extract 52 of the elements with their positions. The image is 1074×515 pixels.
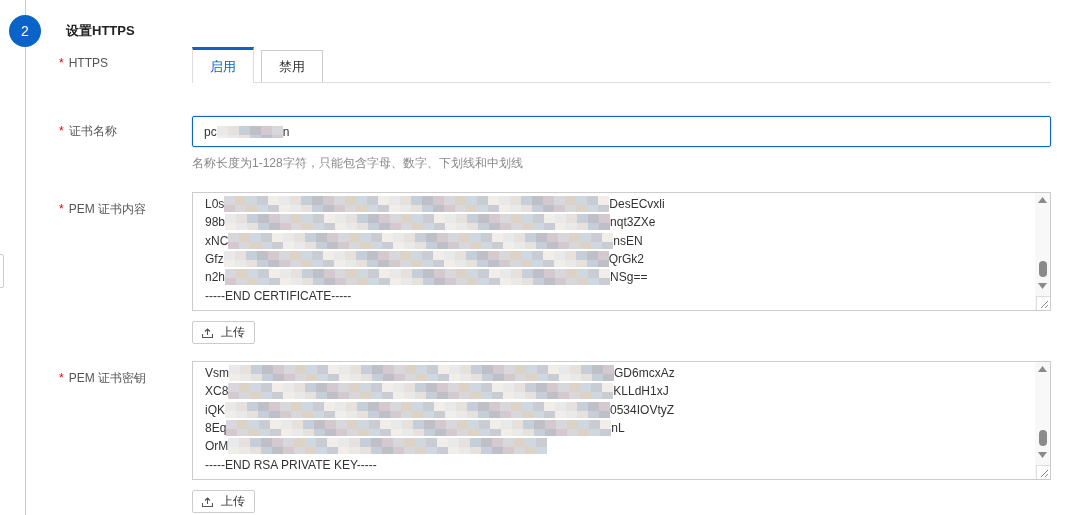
text-area[interactable]: L0s DesECvxli 98b nqt3ZXe xNC nsEN Gfz QrGk2 n2h NSg== -----END CERTIFICATE----- (192, 192, 1051, 311)
redaction-mosaic (216, 125, 283, 138)
field-label: 证书名称 (68, 124, 117, 138)
code-text: 8Eq (205, 421, 227, 436)
scroll-thumb[interactable] (1038, 430, 1047, 446)
required-mark: * (59, 124, 64, 138)
code-text: Vsm (205, 366, 229, 381)
code-text: NSg== (610, 270, 648, 285)
code-text: 98b (205, 215, 226, 230)
upload-button[interactable]: 上传 (192, 490, 255, 513)
code-text: L0s (205, 197, 225, 212)
code-text: KLLdH1xJ (613, 384, 669, 399)
code-text: nqt3ZXe (610, 215, 656, 230)
help-text: 名称长度为1-128字符，只能包含字母、数字、下划线和中划线 (192, 155, 524, 172)
value-text: pc (204, 124, 217, 139)
name-input[interactable]: pc n (192, 116, 1051, 147)
field-label: HTTPS (68, 56, 108, 70)
upload-icon (202, 496, 213, 507)
code-text: xNC (205, 233, 229, 248)
code-text: nL (611, 421, 625, 436)
section-title: 设置HTTPS (66, 22, 135, 40)
scroll-up-icon[interactable] (1038, 197, 1047, 203)
scroll-down-icon[interactable] (1038, 283, 1047, 289)
resize-handle[interactable] (1035, 296, 1050, 310)
code-text: -----END RSA PRIVATE KEY----- (205, 457, 377, 472)
tab[interactable]: 启用 (192, 47, 254, 83)
required-mark: * (59, 371, 64, 385)
scroll-thumb[interactable] (1038, 261, 1047, 277)
code-text: XC8 (205, 384, 229, 399)
field-label: PEM 证书内容 (68, 202, 146, 216)
code-text: GD6mcxAz (614, 366, 675, 381)
required-mark: * (59, 56, 64, 70)
resize-handle[interactable] (1035, 465, 1050, 479)
code-text: Gfz (205, 252, 224, 267)
upload-button[interactable]: 上传 (192, 321, 255, 344)
value-text: n (282, 124, 290, 139)
code-text: iQK (205, 402, 225, 417)
code-text: OrM (205, 439, 229, 454)
code-text: n2h (205, 270, 226, 285)
code-text: QrGk2 (608, 252, 644, 267)
code-text: 0534IOVtyZ (610, 402, 675, 417)
tab[interactable]: 禁用 (261, 50, 323, 82)
step-number: 2 (9, 15, 41, 47)
field-label: PEM 证书密钥 (68, 371, 146, 385)
code-text: -----END CERTIFICATE----- (205, 288, 352, 303)
scroll-up-icon[interactable] (1038, 366, 1047, 372)
required-mark: * (59, 202, 64, 216)
text-area[interactable]: Vsm GD6mcxAz XC8 KLLdH1xJ iQK 0534IOVtyZ 8Eq nL OrM -----END RSA PRIVATE KEY----- (192, 361, 1051, 480)
upload-icon (202, 327, 213, 338)
code-text: nsEN (613, 233, 643, 248)
code-text: DesECvxli (609, 197, 665, 212)
scroll-down-icon[interactable] (1038, 452, 1047, 458)
